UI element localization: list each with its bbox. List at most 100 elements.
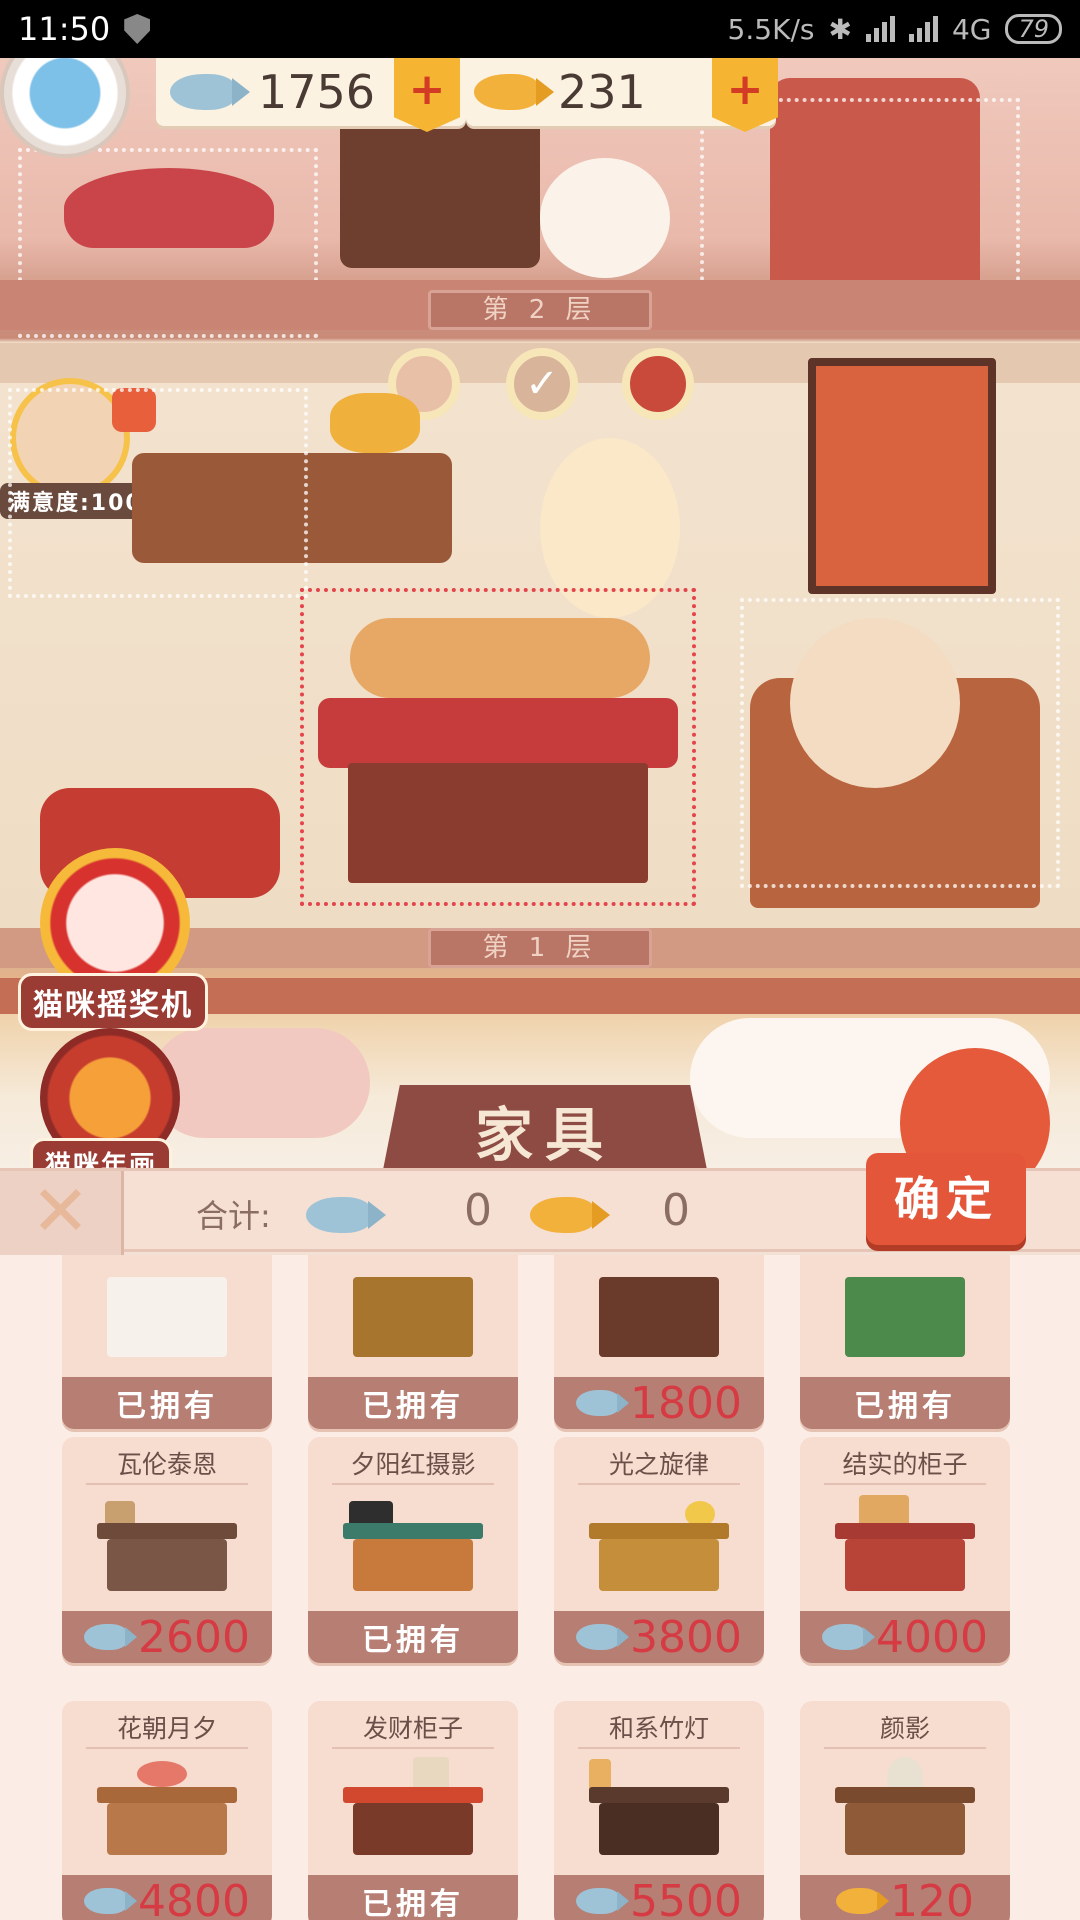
furniture-art [97,1761,237,1861]
furniture-card[interactable]: 1800 [554,1255,764,1429]
furniture-card[interactable]: 已拥有 [800,1255,1010,1429]
furniture-card[interactable]: 发财柜子 已拥有 [308,1701,518,1920]
new-year-painting-label[interactable]: 猫咪年画 [30,1138,173,1168]
gold-fish-count: 231 [558,65,646,119]
price-label: 5500 [630,1875,742,1920]
card-footer: 2600 [62,1611,272,1663]
cabinet[interactable] [340,118,540,268]
cat-painting[interactable] [808,358,996,594]
card-footer: 已拥有 [308,1875,518,1920]
furniture-art [589,1267,729,1363]
slot-machine-label[interactable]: 猫咪摇奖机 [18,973,208,1031]
status-bar: 11:50 5.5K/s ✱ 4G 79 [0,0,1080,58]
cat-character[interactable] [540,158,670,278]
totals-label: 合计: [196,1197,271,1235]
furniture-card[interactable]: 已拥有 [62,1255,272,1429]
gold-fish-icon [530,1197,610,1233]
furniture-grid: 已拥有 已拥有 1800 已拥有 瓦伦泰恩 2600 夕阳红摄影 已拥有 光之旋… [0,1255,1080,1920]
close-button[interactable]: ✕ [0,1171,124,1255]
divider [86,1747,248,1749]
card-footer: 4800 [62,1875,272,1920]
price-label: 1800 [630,1377,742,1429]
furniture-name: 发财柜子 [362,1714,463,1743]
food-dishes[interactable] [350,618,650,698]
price-label: 120 [890,1875,974,1920]
furniture-name: 花朝月夕 [116,1714,217,1743]
furniture-art [343,1267,483,1363]
furniture-card[interactable]: 夕阳红摄影 已拥有 [308,1437,518,1663]
furniture-card[interactable]: 颜影 120 [800,1701,1010,1920]
add-gold-fish-button[interactable]: + [712,58,778,132]
furniture-card[interactable]: 结实的柜子 4000 [800,1437,1010,1663]
totals-bar: ✕ 合计: 0 0 确定 [0,1153,1080,1255]
owned-label: 已拥有 [854,1389,956,1424]
gold-fish-icon [836,1888,889,1914]
furniture-art [835,1757,975,1861]
owned-label: 已拥有 [362,1623,464,1658]
offering-table-legs[interactable] [348,763,648,883]
game-scene: 第 2 层 1756 + 231 + ✓ 满意度:100% 第 1 层 猫咪摇奖… [0,58,1080,1168]
confirm-button[interactable]: 确定 [866,1153,1026,1245]
signal-icon [865,16,895,42]
card-footer: 5500 [554,1875,764,1920]
furniture-name: 夕阳红摄影 [350,1450,476,1479]
card-footer: 已拥有 [800,1377,1010,1429]
furniture-card[interactable]: 瓦伦泰恩 2600 [62,1437,272,1663]
color-option-red[interactable] [622,348,694,420]
network-speed: 5.5K/s [727,12,815,46]
placement-zone [8,388,308,598]
card-footer: 已拥有 [62,1377,272,1429]
fish-icon [84,1888,137,1914]
signal-4g-icon [908,16,938,42]
furniture-art [835,1267,975,1363]
furniture-name: 结实的柜子 [842,1450,968,1479]
card-footer: 已拥有 [308,1611,518,1663]
fish-icon [170,74,250,110]
furniture-name: 光之旋律 [608,1450,709,1479]
bluetooth-icon: ✱ [828,12,852,46]
fish-icon [576,1888,629,1914]
furniture-card[interactable]: 和系竹灯 5500 [554,1701,764,1920]
divider [578,1747,740,1749]
price-label: 4800 [138,1875,250,1920]
price-label: 4000 [876,1611,988,1663]
furniture-card[interactable]: 花朝月夕 4800 [62,1701,272,1920]
clock-avatar[interactable] [0,58,130,158]
furniture-art [589,1501,729,1597]
furniture-name: 瓦伦泰恩 [116,1450,217,1479]
shield-icon [124,14,151,44]
status-right: 5.5K/s ✱ 4G 79 [728,13,1062,46]
add-fish-button[interactable]: + [394,58,460,132]
card-footer: 已拥有 [308,1377,518,1429]
offering-table-top[interactable] [318,698,678,768]
fish-icon [84,1624,137,1650]
price-label: 3800 [630,1611,742,1663]
furniture-name: 和系竹灯 [608,1714,709,1743]
card-footer: 4000 [800,1611,1010,1663]
check-icon[interactable]: ✓ [506,348,578,420]
fish-icon [576,1390,629,1416]
divider [578,1483,740,1485]
fish-icon [576,1624,629,1650]
divider [824,1483,986,1485]
price-label: 2600 [138,1611,250,1663]
divider [332,1483,494,1485]
furniture-name: 颜影 [879,1714,930,1743]
furniture-art [97,1501,237,1597]
card-footer: 3800 [554,1611,764,1663]
floor-1-label: 第 1 层 [428,928,652,968]
furniture-card[interactable]: 已拥有 [308,1255,518,1429]
owned-label: 已拥有 [362,1389,464,1424]
battery-icon: 79 [1005,14,1062,44]
pig-figurine[interactable] [330,393,420,453]
furniture-art [589,1759,729,1861]
divider [824,1747,986,1749]
total-fish-value: 0 [464,1185,492,1236]
card-footer: 1800 [554,1377,764,1429]
fish-icon [306,1197,386,1233]
owned-label: 已拥有 [362,1887,464,1920]
owned-label: 已拥有 [116,1389,218,1424]
fish-icon [822,1624,875,1650]
furniture-art [343,1757,483,1861]
furniture-card[interactable]: 光之旋律 3800 [554,1437,764,1663]
